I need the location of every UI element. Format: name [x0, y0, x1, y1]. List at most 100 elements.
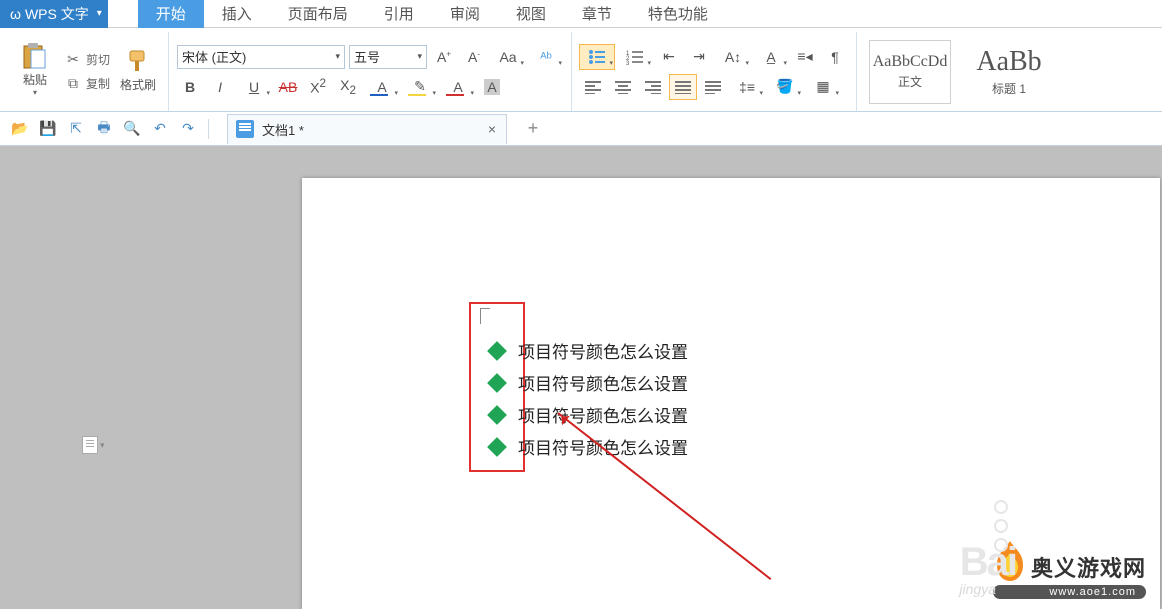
close-tab-button[interactable]: × — [488, 121, 496, 137]
app-badge[interactable]: ω WPS 文字 ▾ — [0, 0, 108, 28]
clear-format-icon: ᴬᵇ — [540, 49, 552, 65]
style-item-0[interactable]: AaBbCcDd正文 — [869, 40, 951, 104]
tab-2[interactable]: 页面布局 — [270, 0, 366, 28]
copy-button[interactable]: ⧉ 复制 — [60, 73, 114, 95]
document-page[interactable]: ▾ 项目符号颜色怎么设置项目符号颜色怎么设置项目符号颜色怎么设置项目符号颜色怎么… — [302, 178, 1160, 609]
redo-icon: ↷ — [182, 120, 194, 137]
shading-button[interactable]: 🪣▾ — [768, 75, 802, 99]
align-justify-button[interactable] — [670, 75, 696, 99]
align-center-button[interactable] — [610, 75, 636, 99]
paste-icon — [21, 43, 49, 71]
clipboard-group: 粘贴 ▾ ✂ 剪切 ⧉ 复制 格式刷 — [4, 32, 169, 111]
line-spacing-button[interactable]: ‡≡▾ — [730, 75, 764, 99]
list-item[interactable]: 项目符号颜色怎么设置 — [490, 402, 688, 427]
list-item[interactable]: 项目符号颜色怎么设置 — [490, 338, 688, 363]
tab-1[interactable]: 插入 — [204, 0, 270, 28]
align-left-button[interactable] — [580, 75, 606, 99]
list-item-text: 项目符号颜色怎么设置 — [518, 402, 688, 427]
document-tab-title: 文档1 * — [262, 120, 304, 139]
bullet-diamond-icon — [487, 405, 507, 425]
undo-button[interactable]: ↶ — [148, 117, 172, 141]
tab-6[interactable]: 章节 — [564, 0, 630, 28]
page-layout-marker[interactable]: ▾ — [82, 436, 105, 454]
titlebar: ω WPS 文字 ▾ 开始插入页面布局引用审阅视图章节特色功能 — [0, 0, 1162, 28]
tab-0[interactable]: 开始 — [138, 0, 204, 28]
page-icon — [82, 436, 98, 454]
char-shading-icon: A — [484, 79, 499, 95]
redo-button[interactable]: ↷ — [176, 117, 200, 141]
numbering-button[interactable]: 123 ▾ — [618, 45, 652, 69]
change-case-button[interactable]: Aa▾ — [491, 45, 525, 69]
tab-7[interactable]: 特色功能 — [630, 0, 726, 28]
tab-4[interactable]: 审阅 — [432, 0, 498, 28]
font-color-icon: A — [377, 79, 386, 95]
app-name: WPS 文字 — [25, 4, 89, 24]
subscript-button[interactable]: X2 — [335, 75, 361, 99]
tab-5[interactable]: 视图 — [498, 0, 564, 28]
font-group: 宋体 (正文)▾ 五号▾ A+ A- Aa▾ ᴬᵇ▾ B I U▾ AB X2 … — [169, 32, 572, 111]
change-case-icon: Aa — [499, 49, 516, 65]
char-shading-button[interactable]: A — [479, 75, 505, 99]
grow-font-button[interactable]: A+ — [431, 45, 457, 69]
bullets-button[interactable]: ▾ — [580, 45, 614, 69]
chevron-down-icon: ▾ — [100, 440, 105, 451]
print-button[interactable]: 🖶 — [92, 117, 116, 141]
font-family-combo[interactable]: 宋体 (正文)▾ — [177, 45, 345, 69]
sort-icon: A̲ — [766, 49, 775, 65]
svg-text:3: 3 — [626, 61, 630, 65]
underline-button[interactable]: U▾ — [237, 75, 271, 99]
align-justify-icon — [675, 80, 691, 94]
font-color-button[interactable]: A▾ — [365, 75, 399, 99]
highlight-button[interactable]: ✎▾ — [403, 75, 437, 99]
document-icon — [236, 120, 254, 138]
export-button[interactable]: ⇱ — [64, 117, 88, 141]
superscript-icon: X2 — [310, 77, 326, 96]
list-item[interactable]: 项目符号颜色怎么设置 — [490, 370, 688, 395]
shrink-font-icon: A- — [468, 49, 480, 65]
increase-indent-button[interactable]: ⇥ — [686, 45, 712, 69]
borders-button[interactable]: ▦▾ — [806, 75, 840, 99]
open-button[interactable]: 📂 — [8, 117, 32, 141]
style-item-1[interactable]: AaBb标题 1 — [959, 40, 1059, 104]
asian-layout-button[interactable]: A↕▾ — [716, 45, 750, 69]
strikethrough-button[interactable]: AB — [275, 75, 301, 99]
align-distribute-icon — [705, 80, 721, 94]
paint-bucket-icon: 🪣 — [776, 78, 793, 95]
outdent-left-button[interactable]: ≡◂ — [792, 45, 818, 69]
line-spacing-icon: ‡≡ — [739, 79, 755, 95]
align-distribute-button[interactable] — [700, 75, 726, 99]
asian-layout-icon: A↕ — [725, 49, 741, 65]
bullet-diamond-icon — [487, 437, 507, 457]
new-tab-button[interactable]: + — [523, 119, 543, 139]
show-marks-button[interactable]: ¶ — [822, 45, 848, 69]
shrink-font-button[interactable]: A- — [461, 45, 487, 69]
superscript-button[interactable]: X2 — [305, 75, 331, 99]
wps-logo-icon: ω — [10, 6, 21, 22]
font-color2-icon: A — [453, 79, 462, 95]
numbering-icon: 123 — [626, 49, 644, 65]
pilcrow-icon: ¶ — [831, 49, 839, 65]
save-button[interactable]: 💾 — [36, 117, 60, 141]
bold-icon: B — [185, 79, 195, 95]
decrease-indent-icon: ⇤ — [663, 48, 675, 65]
decrease-indent-button[interactable]: ⇤ — [656, 45, 682, 69]
format-painter-button[interactable]: 格式刷 — [116, 34, 160, 106]
print-preview-button[interactable]: 🔍 — [120, 117, 144, 141]
list-item-text: 项目符号颜色怎么设置 — [518, 370, 688, 395]
align-right-button[interactable] — [640, 75, 666, 99]
font-color2-button[interactable]: A▾ — [441, 75, 475, 99]
list-item-text: 项目符号颜色怎么设置 — [518, 338, 688, 363]
cut-button[interactable]: ✂ 剪切 — [60, 49, 114, 71]
clear-format-button[interactable]: ᴬᵇ▾ — [529, 45, 563, 69]
font-size-combo[interactable]: 五号▾ — [349, 45, 427, 69]
document-tab[interactable]: 文档1 * × — [227, 114, 507, 144]
separator — [208, 119, 209, 139]
borders-icon: ▦ — [816, 78, 829, 95]
italic-button[interactable]: I — [207, 75, 233, 99]
tab-3[interactable]: 引用 — [366, 0, 432, 28]
style-sample: AaBbCcDd — [873, 53, 948, 71]
bold-button[interactable]: B — [177, 75, 203, 99]
sort-button[interactable]: A̲▾ — [754, 45, 788, 69]
paste-button[interactable]: 粘贴 ▾ — [12, 34, 58, 106]
watermark-url: www.aoe1.com — [993, 585, 1146, 599]
